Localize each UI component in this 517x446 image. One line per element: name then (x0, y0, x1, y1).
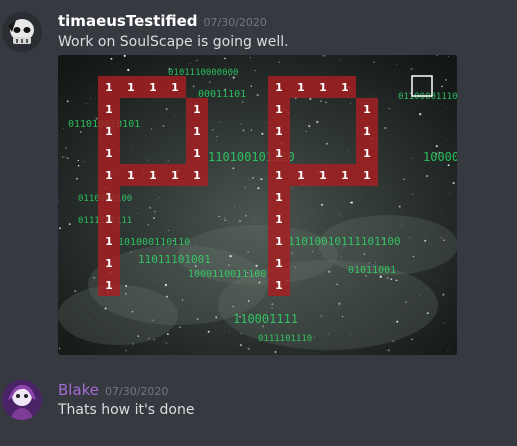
digit-one: 1 (105, 191, 113, 204)
timestamp: 07/30/2020 (203, 16, 267, 29)
message-text: Work on SoulScape is going well. (58, 34, 289, 50)
binary-string: 110001111 (233, 312, 298, 326)
avatar-blake[interactable] (2, 380, 42, 420)
digit-one: 1 (275, 169, 283, 182)
digit-one: 1 (297, 81, 305, 94)
message-text: Thats how it's done (58, 402, 195, 418)
digit-one: 1 (341, 169, 349, 182)
digit-one: 1 (127, 81, 135, 94)
binary-string: 011000011100 (398, 92, 457, 102)
digit-one: 1 (127, 169, 135, 182)
image-attachment[interactable]: 0101110000000000111010110100101011000000… (58, 55, 457, 355)
timestamp: 07/30/2020 (105, 385, 169, 398)
binary-string: 1000110011100 (188, 269, 266, 280)
digit-one: 1 (297, 169, 305, 182)
digit-one: 1 (193, 147, 201, 160)
digit-one: 1 (341, 81, 349, 94)
digit-one: 1 (193, 169, 201, 182)
digit-one: 1 (171, 81, 179, 94)
username[interactable]: Blake (58, 381, 99, 399)
digit-one: 1 (319, 169, 327, 182)
digit-one: 1 (275, 279, 283, 292)
message-header: Blake 07/30/2020 (58, 380, 168, 399)
purple-character-avatar-icon (2, 380, 42, 420)
digit-one: 1 (105, 235, 113, 248)
skull-avatar-icon (2, 12, 42, 52)
binary-string: 1000000 (423, 150, 457, 164)
digit-one: 1 (275, 213, 283, 226)
digit-one: 1 (275, 191, 283, 204)
message-1: timaeusTestified 07/30/2020 Work on SoulS… (0, 0, 517, 360)
digit-one: 1 (275, 125, 283, 138)
digit-one: 1 (193, 125, 201, 138)
binary-string: 0111101110 (258, 334, 312, 344)
soulscape-art-image: 0101110000000000111010110100101011000000… (58, 55, 457, 355)
digit-one: 1 (363, 103, 371, 116)
binary-string: 11011101001 (138, 253, 211, 266)
digit-one: 1 (275, 81, 283, 94)
binary-string: 101000110110 (118, 237, 190, 248)
digit-one: 1 (275, 147, 283, 160)
digit-one: 1 (149, 81, 157, 94)
digit-one: 1 (105, 257, 113, 270)
message-header: timaeusTestified 07/30/2020 (58, 11, 267, 30)
digit-one: 1 (105, 103, 113, 116)
digit-one: 1 (193, 103, 201, 116)
digit-one: 1 (105, 125, 113, 138)
digit-one: 1 (319, 81, 327, 94)
message-2: Blake 07/30/2020 Thats how it's done (0, 360, 517, 446)
digit-one: 1 (275, 235, 283, 248)
digit-one: 1 (275, 257, 283, 270)
digit-one: 1 (171, 169, 179, 182)
digit-one: 1 (363, 147, 371, 160)
digit-one: 1 (149, 169, 157, 182)
binary-string: 01011001 (348, 265, 396, 276)
digit-one: 1 (275, 103, 283, 116)
digit-one: 1 (105, 147, 113, 160)
digit-one: 1 (363, 169, 371, 182)
username[interactable]: timaeusTestified (58, 12, 198, 30)
digit-one: 1 (363, 125, 371, 138)
avatar-timaeus[interactable] (2, 12, 42, 52)
digit-one: 1 (105, 213, 113, 226)
binary-string: 11010010111101100 (288, 235, 401, 248)
digit-one: 1 (105, 81, 113, 94)
digit-one: 1 (105, 279, 113, 292)
digit-one: 1 (105, 169, 113, 182)
